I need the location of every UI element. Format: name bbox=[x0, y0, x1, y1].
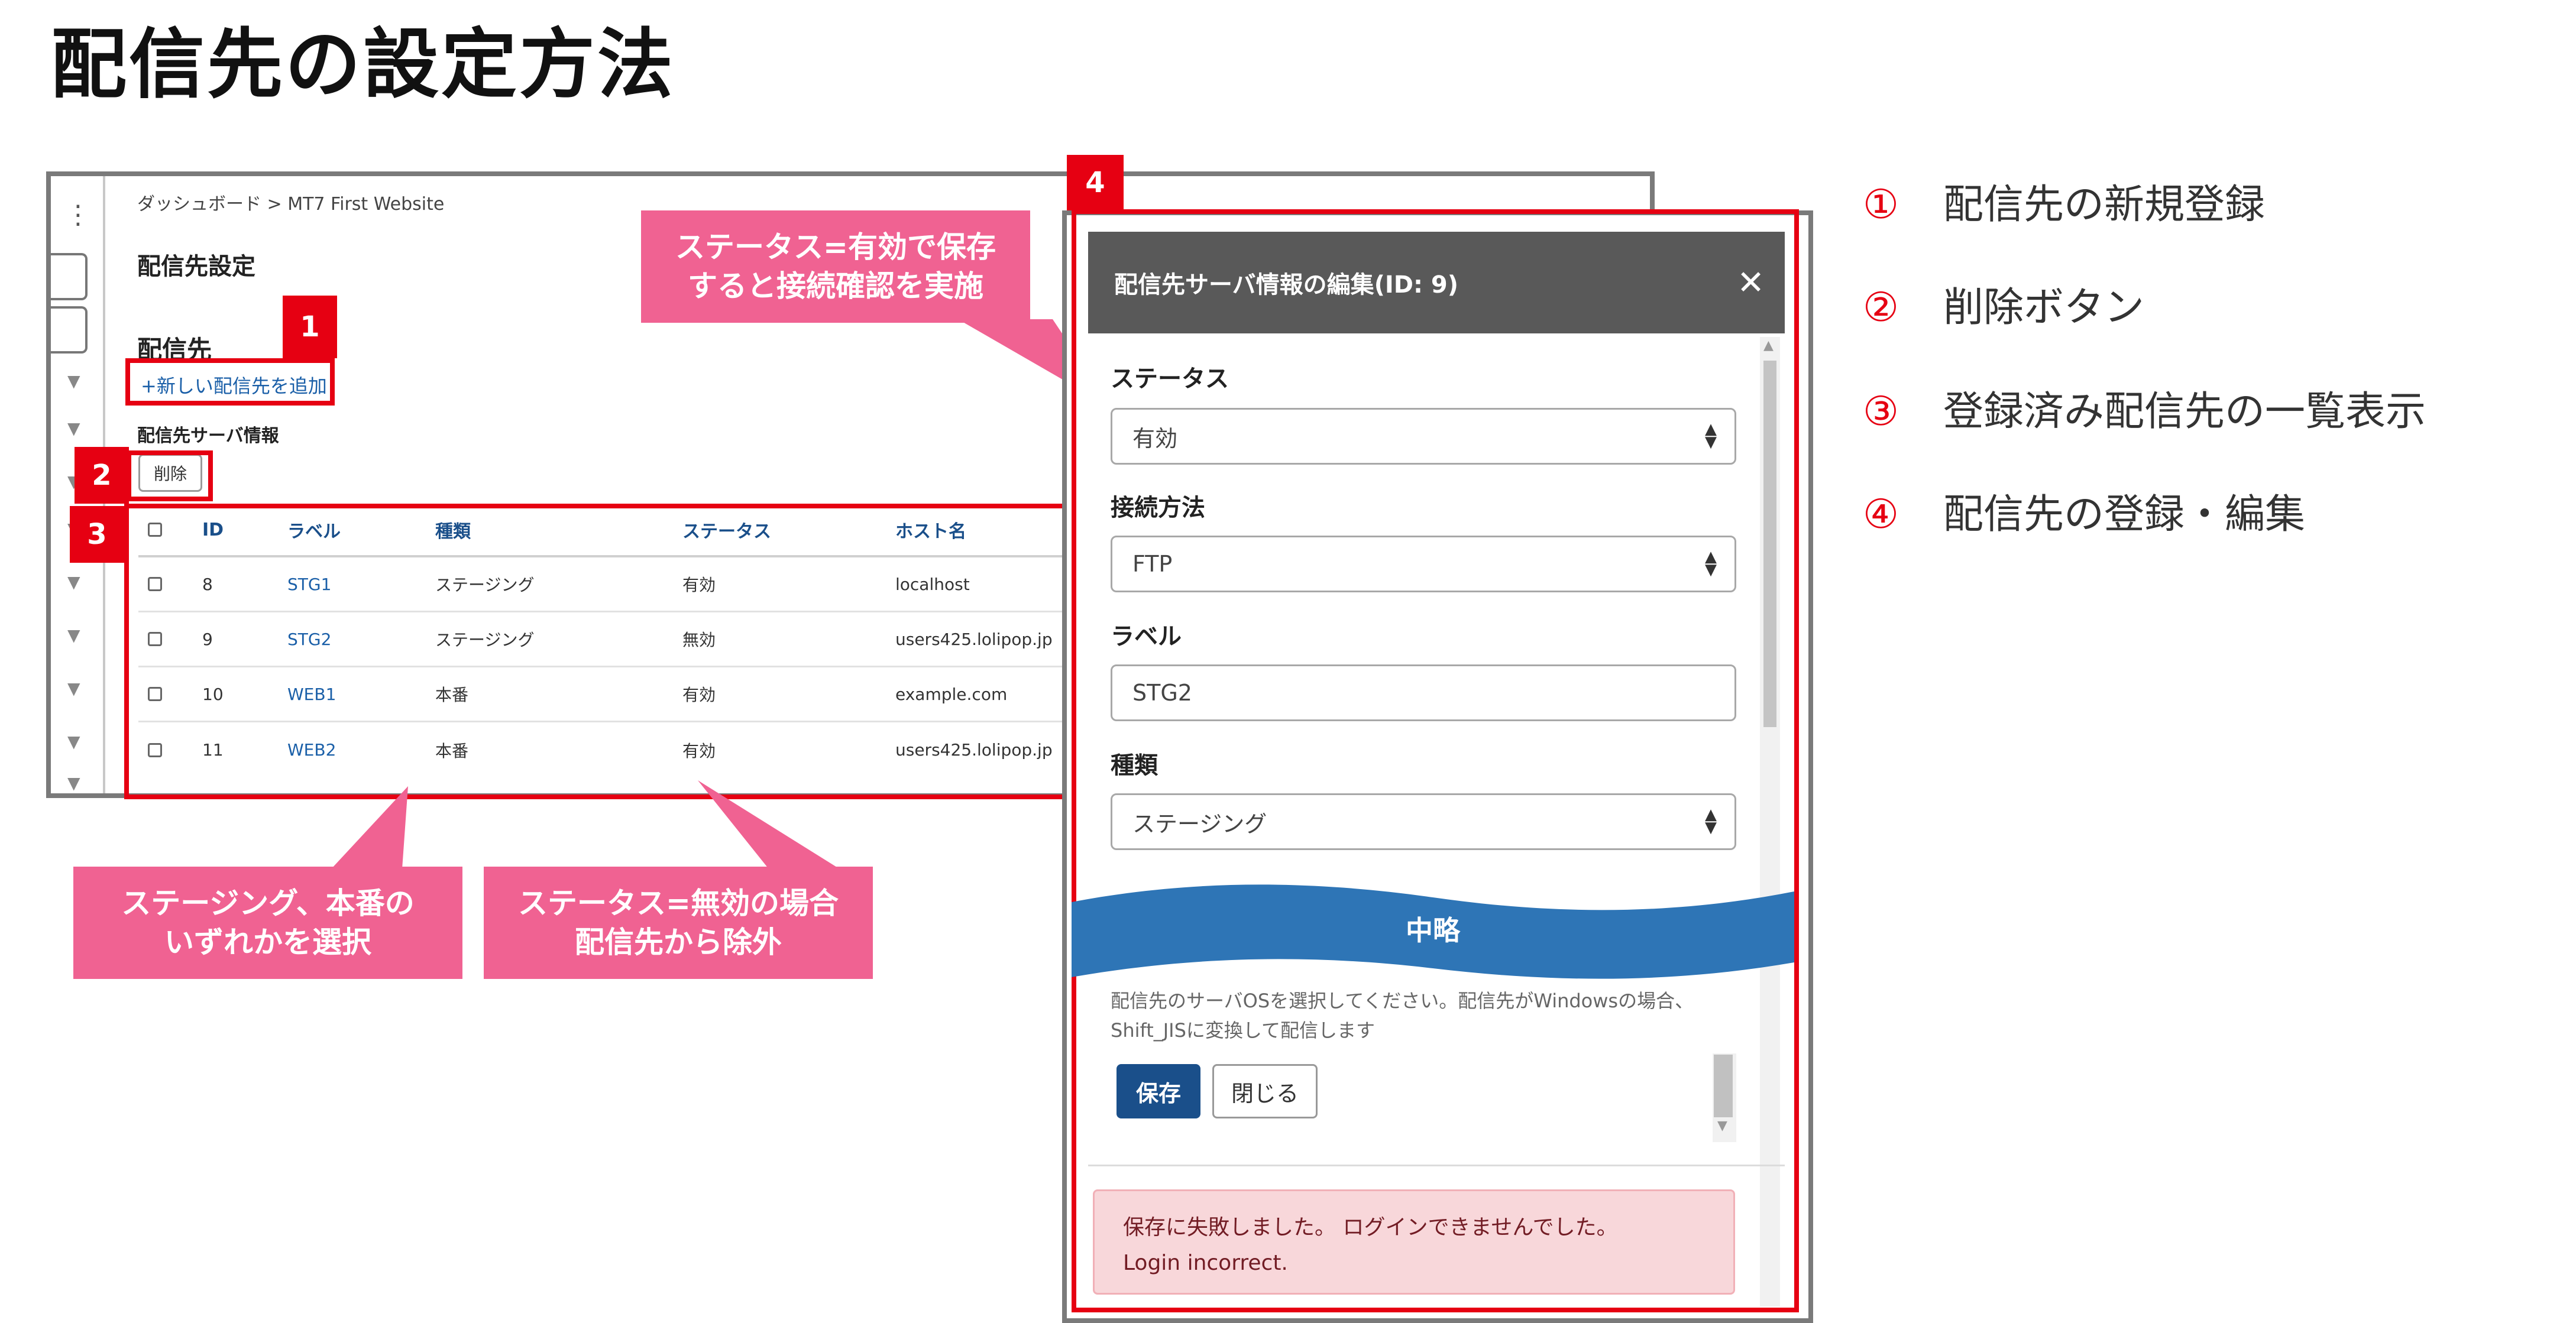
inner-scroll-thumb[interactable] bbox=[1714, 1055, 1733, 1117]
modal-header: 配信先サーバ情報の編集(ID: 9) ✕ bbox=[1088, 232, 1785, 333]
type-label: 種類 bbox=[1111, 752, 1158, 779]
scroll-up-icon[interactable]: ▲ bbox=[1763, 338, 1774, 353]
label-field-label: ラベル bbox=[1111, 623, 1182, 650]
modal-title: 配信先サーバ情報の編集(ID: 9) bbox=[1114, 271, 1459, 299]
omitted-banner-text: 中略 bbox=[1406, 915, 1461, 946]
status-select[interactable]: 有効 ▲ ▼ bbox=[1111, 408, 1736, 465]
label-input-value: STG2 bbox=[1132, 680, 1192, 706]
type-select[interactable]: ステージング ▲ ▼ bbox=[1111, 793, 1736, 850]
connection-select-value: FTP bbox=[1132, 551, 1173, 577]
marker-4: 4 bbox=[1067, 155, 1124, 210]
callout-status-disabled: ステータス=無効の場合 配信先から除外 bbox=[484, 867, 873, 979]
legend-item: ② 削除ボタン bbox=[1863, 274, 2144, 333]
status-select-value: 有効 bbox=[1132, 425, 1178, 452]
close-button[interactable]: 閉じる bbox=[1212, 1064, 1318, 1118]
type-select-value: ステージング bbox=[1132, 810, 1267, 837]
callout-line: ステータス=有効で保存 bbox=[675, 230, 996, 264]
error-detail: Login incorrect. bbox=[1123, 1251, 1288, 1275]
legend-item: ① 配信先の新規登録 bbox=[1863, 171, 2265, 230]
callout-type-select: ステージング、本番の いずれかを選択 bbox=[73, 867, 462, 979]
callout-tail-status-disabled bbox=[698, 780, 840, 869]
callout-tail-type-select bbox=[331, 786, 408, 869]
legend-text: 削除ボタン bbox=[1943, 284, 2145, 331]
select-arrows-icon: ▲ ▼ bbox=[1705, 548, 1717, 579]
error-message: 保存に失敗しました。 ログインできませんでした。 bbox=[1123, 1215, 1618, 1240]
callout-status-save: ステータス=有効で保存 すると接続確認を実施 bbox=[641, 210, 1030, 323]
omitted-banner: 中略 bbox=[1072, 884, 1794, 979]
callout-line: ステータス=無効の場合 bbox=[518, 886, 839, 920]
callout-line: いずれかを選択 bbox=[164, 925, 371, 959]
legend-item: ③ 登録済み配信先の一覧表示 bbox=[1863, 378, 2426, 437]
legend-number: ① bbox=[1863, 181, 1899, 228]
modal-scroll-thumb[interactable] bbox=[1763, 361, 1776, 727]
connection-label: 接続方法 bbox=[1111, 494, 1205, 521]
legend-text: 配信先の新規登録 bbox=[1943, 181, 2266, 228]
label-input[interactable]: STG2 bbox=[1111, 664, 1736, 721]
select-arrows-icon: ▲ ▼ bbox=[1705, 420, 1717, 451]
callout-line: すると接続確認を実施 bbox=[688, 269, 983, 303]
callout-line: ステージング、本番の bbox=[121, 886, 415, 920]
close-icon[interactable]: ✕ bbox=[1737, 232, 1765, 333]
legend-number: ③ bbox=[1863, 388, 1899, 435]
status-label: ステータス bbox=[1111, 365, 1229, 393]
select-arrows-icon: ▲ ▼ bbox=[1705, 806, 1717, 836]
legend-text: 登録済み配信先の一覧表示 bbox=[1943, 388, 2426, 435]
scroll-down-icon[interactable]: ▼ bbox=[1717, 1118, 1727, 1133]
legend-item: ④ 配信先の登録・編集 bbox=[1863, 481, 2305, 540]
callout-line: 配信先から除外 bbox=[575, 925, 782, 959]
legend-text: 配信先の登録・編集 bbox=[1943, 491, 2306, 538]
save-button[interactable]: 保存 bbox=[1117, 1064, 1200, 1118]
legend-number: ② bbox=[1863, 284, 1899, 331]
legend-number: ④ bbox=[1863, 491, 1899, 538]
os-help-text: 配信先のサーバOSを選択してください。配信先がWindowsの場合、Shift_… bbox=[1111, 990, 1694, 1042]
modal-divider bbox=[1088, 1165, 1785, 1166]
connection-select[interactable]: FTP ▲ ▼ bbox=[1111, 536, 1736, 592]
error-alert: 保存に失敗しました。 ログインできませんでした。 Login incorrect… bbox=[1093, 1189, 1735, 1295]
